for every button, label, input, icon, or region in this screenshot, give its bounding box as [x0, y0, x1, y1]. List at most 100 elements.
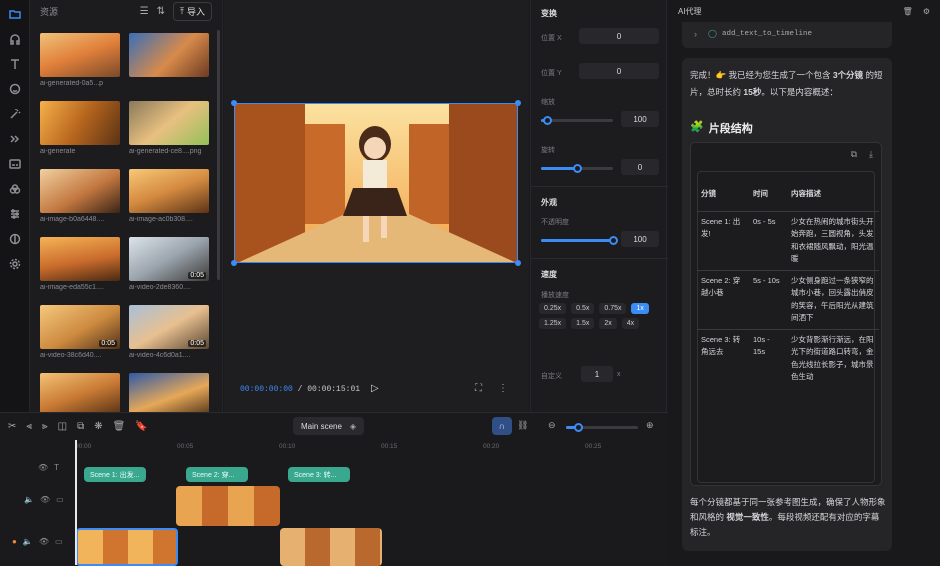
asset-tile[interactable]: [129, 33, 209, 101]
assets-header: 资源 ☰ ⇅ ⤒ 导入: [30, 0, 222, 22]
play-icon[interactable]: ▷: [371, 383, 379, 394]
list-view-icon[interactable]: ☰: [140, 6, 149, 17]
asset-tile[interactable]: ai-generated-0a5...p: [40, 33, 120, 101]
rotate-slider[interactable]: [541, 164, 613, 173]
video-clip[interactable]: [76, 528, 178, 566]
fullscreen-icon[interactable]: ⛶: [475, 383, 482, 394]
custom-speed-label: 自定义: [541, 373, 562, 380]
zoom-slider[interactable]: [566, 423, 638, 432]
text-clip[interactable]: Scene 2: 穿...: [186, 467, 248, 482]
asset-caption: ai-image-eda55c1....: [40, 284, 104, 291]
asset-tile[interactable]: ai-image-b0a6448....: [40, 169, 120, 237]
table-row: Scene 2: 穿越小巷 5s - 10s 少女侧身跑过一条狭窄的城市小巷，回头露…: [697, 270, 879, 329]
speed-chip[interactable]: 1x: [631, 303, 649, 314]
video-clip[interactable]: [176, 486, 280, 526]
pos-x-field[interactable]: 0: [579, 28, 659, 44]
link-icon[interactable]: ⛓: [517, 420, 528, 431]
asset-tile[interactable]: 0:05 ai-video-2de8360....: [129, 237, 209, 305]
zoom-out-icon[interactable]: ⊖: [548, 420, 556, 431]
playhead[interactable]: [75, 440, 77, 565]
eye-icon[interactable]: 👁: [38, 463, 48, 472]
import-button[interactable]: ⤒ 导入: [173, 1, 212, 21]
footer-bold: 视觉一致性: [726, 512, 769, 522]
resize-handle[interactable]: [515, 260, 521, 266]
trash-icon[interactable]: 🗑: [903, 7, 913, 16]
speed-chip[interactable]: 1.5x: [571, 318, 595, 329]
asset-tile[interactable]: ai-generate: [40, 101, 120, 169]
opacity-field[interactable]: 100: [621, 231, 659, 247]
scale-field[interactable]: 100: [621, 111, 659, 127]
scene-table: 分镜 时间 内容描述 Scene 1: 出发! 0s - 5s 少女在热闹的城市街头…: [697, 180, 879, 388]
resize-handle[interactable]: [231, 100, 237, 106]
text-track-controls: 👁 T: [38, 463, 59, 472]
speaker-icon[interactable]: 🔈: [23, 537, 33, 546]
more-icon[interactable]: ⋮: [498, 383, 508, 394]
delete-icon[interactable]: 🗑: [113, 421, 126, 432]
resize-handle[interactable]: [515, 100, 521, 106]
asset-tile[interactable]: ai-image-ac0b308....: [129, 169, 209, 237]
sort-icon[interactable]: ⇅: [157, 6, 165, 17]
main-scene-button[interactable]: Main scene ◈: [293, 417, 365, 435]
time-separator: /: [297, 385, 303, 394]
speed-chip[interactable]: 0.5x: [571, 303, 595, 314]
split-right-icon[interactable]: ⫸: [42, 421, 48, 432]
duplicate-icon[interactable]: ⧉: [77, 421, 84, 432]
rotate-field[interactable]: 0: [621, 159, 659, 175]
ruler-tick: 00:20: [483, 443, 500, 450]
desc-cell: 少女在热闹的城市街头开始奔跑，三圆视角，头发和衣裙随风飘动，阳光温暖: [791, 216, 874, 264]
resize-handle[interactable]: [231, 260, 237, 266]
asset-tile[interactable]: 0:05 ai-video-38c6d40....: [40, 305, 120, 373]
effects-icon[interactable]: [0, 101, 30, 126]
puzzle-icon: 🧩: [690, 121, 704, 133]
scale-slider[interactable]: [541, 116, 613, 125]
speed-chip[interactable]: 0.25x: [539, 303, 567, 314]
scissors-icon[interactable]: ✂: [8, 421, 16, 432]
adjust-icon[interactable]: [0, 201, 30, 226]
properties-panel: 变换 位置 X 0 位置 Y 0 缩放 100 旋转 0 外观 不透明度 100…: [530, 0, 668, 412]
gear-icon[interactable]: ⚙: [923, 7, 930, 16]
folder-icon[interactable]: [0, 1, 30, 26]
settings-icon[interactable]: [0, 251, 30, 276]
section-title: 片段结构: [708, 123, 753, 135]
preview-canvas[interactable]: [234, 103, 518, 263]
pos-y-field[interactable]: 0: [579, 63, 659, 79]
effect-icon[interactable]: ❋: [94, 421, 102, 432]
opacity-slider[interactable]: [541, 236, 618, 245]
split-left-icon[interactable]: ⫷: [26, 421, 32, 432]
asset-tile[interactable]: ai-image-eda55c1....: [40, 237, 120, 305]
video-clip[interactable]: [280, 528, 382, 566]
time-ruler[interactable]: 00:00 00:05 00:10 00:15 00:20 00:25: [75, 441, 668, 455]
text-clip[interactable]: Scene 1: 出发...: [84, 467, 146, 482]
tool-call-card[interactable]: › ◯ add_text_to_timeline: [682, 22, 892, 48]
video-track-controls: 🔈 👁 ▭: [24, 495, 64, 504]
speaker-icon[interactable]: 🔈: [24, 495, 34, 504]
download-icon[interactable]: ⤓: [869, 149, 873, 160]
speed-chip[interactable]: 0.75x: [599, 303, 627, 314]
text-clip[interactable]: Scene 3: 转...: [288, 467, 350, 482]
speed-chip[interactable]: 1.25x: [539, 318, 567, 329]
ai-footer-text: 每个分镜都基于同一张参考图生成，确保了人物形象和风格的 视觉一致性。每段视频还配…: [690, 495, 886, 540]
filter-icon[interactable]: [0, 176, 30, 201]
speed-chip[interactable]: 4x: [621, 318, 640, 329]
asset-tile[interactable]: ai-generated-ce8....png: [129, 101, 209, 169]
scale-label: 缩放: [541, 99, 555, 106]
speed-chip[interactable]: 2x: [599, 318, 617, 329]
custom-speed-field[interactable]: 1: [581, 366, 613, 382]
assets-scrollbar[interactable]: [217, 30, 220, 280]
template-icon[interactable]: [0, 226, 30, 251]
eye-icon[interactable]: 👁: [39, 537, 49, 546]
eye-icon[interactable]: 👁: [40, 495, 50, 504]
table-header: 分镜: [701, 189, 716, 198]
headphones-icon[interactable]: [0, 26, 30, 51]
crop-icon[interactable]: ◫: [58, 421, 67, 432]
sticker-icon[interactable]: [0, 76, 30, 101]
bookmark-icon[interactable]: 🔖: [135, 421, 147, 432]
zoom-in-icon[interactable]: ⊕: [646, 420, 654, 431]
asset-tile[interactable]: 0:05 ai-video-4c6d0a1....: [129, 305, 209, 373]
copy-icon[interactable]: ⧉: [851, 149, 857, 160]
caption-icon[interactable]: [0, 151, 30, 176]
magnet-icon[interactable]: ∩: [492, 417, 512, 435]
text-icon[interactable]: [0, 51, 30, 76]
intro-bold-scenes: 3个分镜: [832, 70, 864, 80]
transition-icon[interactable]: [0, 126, 30, 151]
